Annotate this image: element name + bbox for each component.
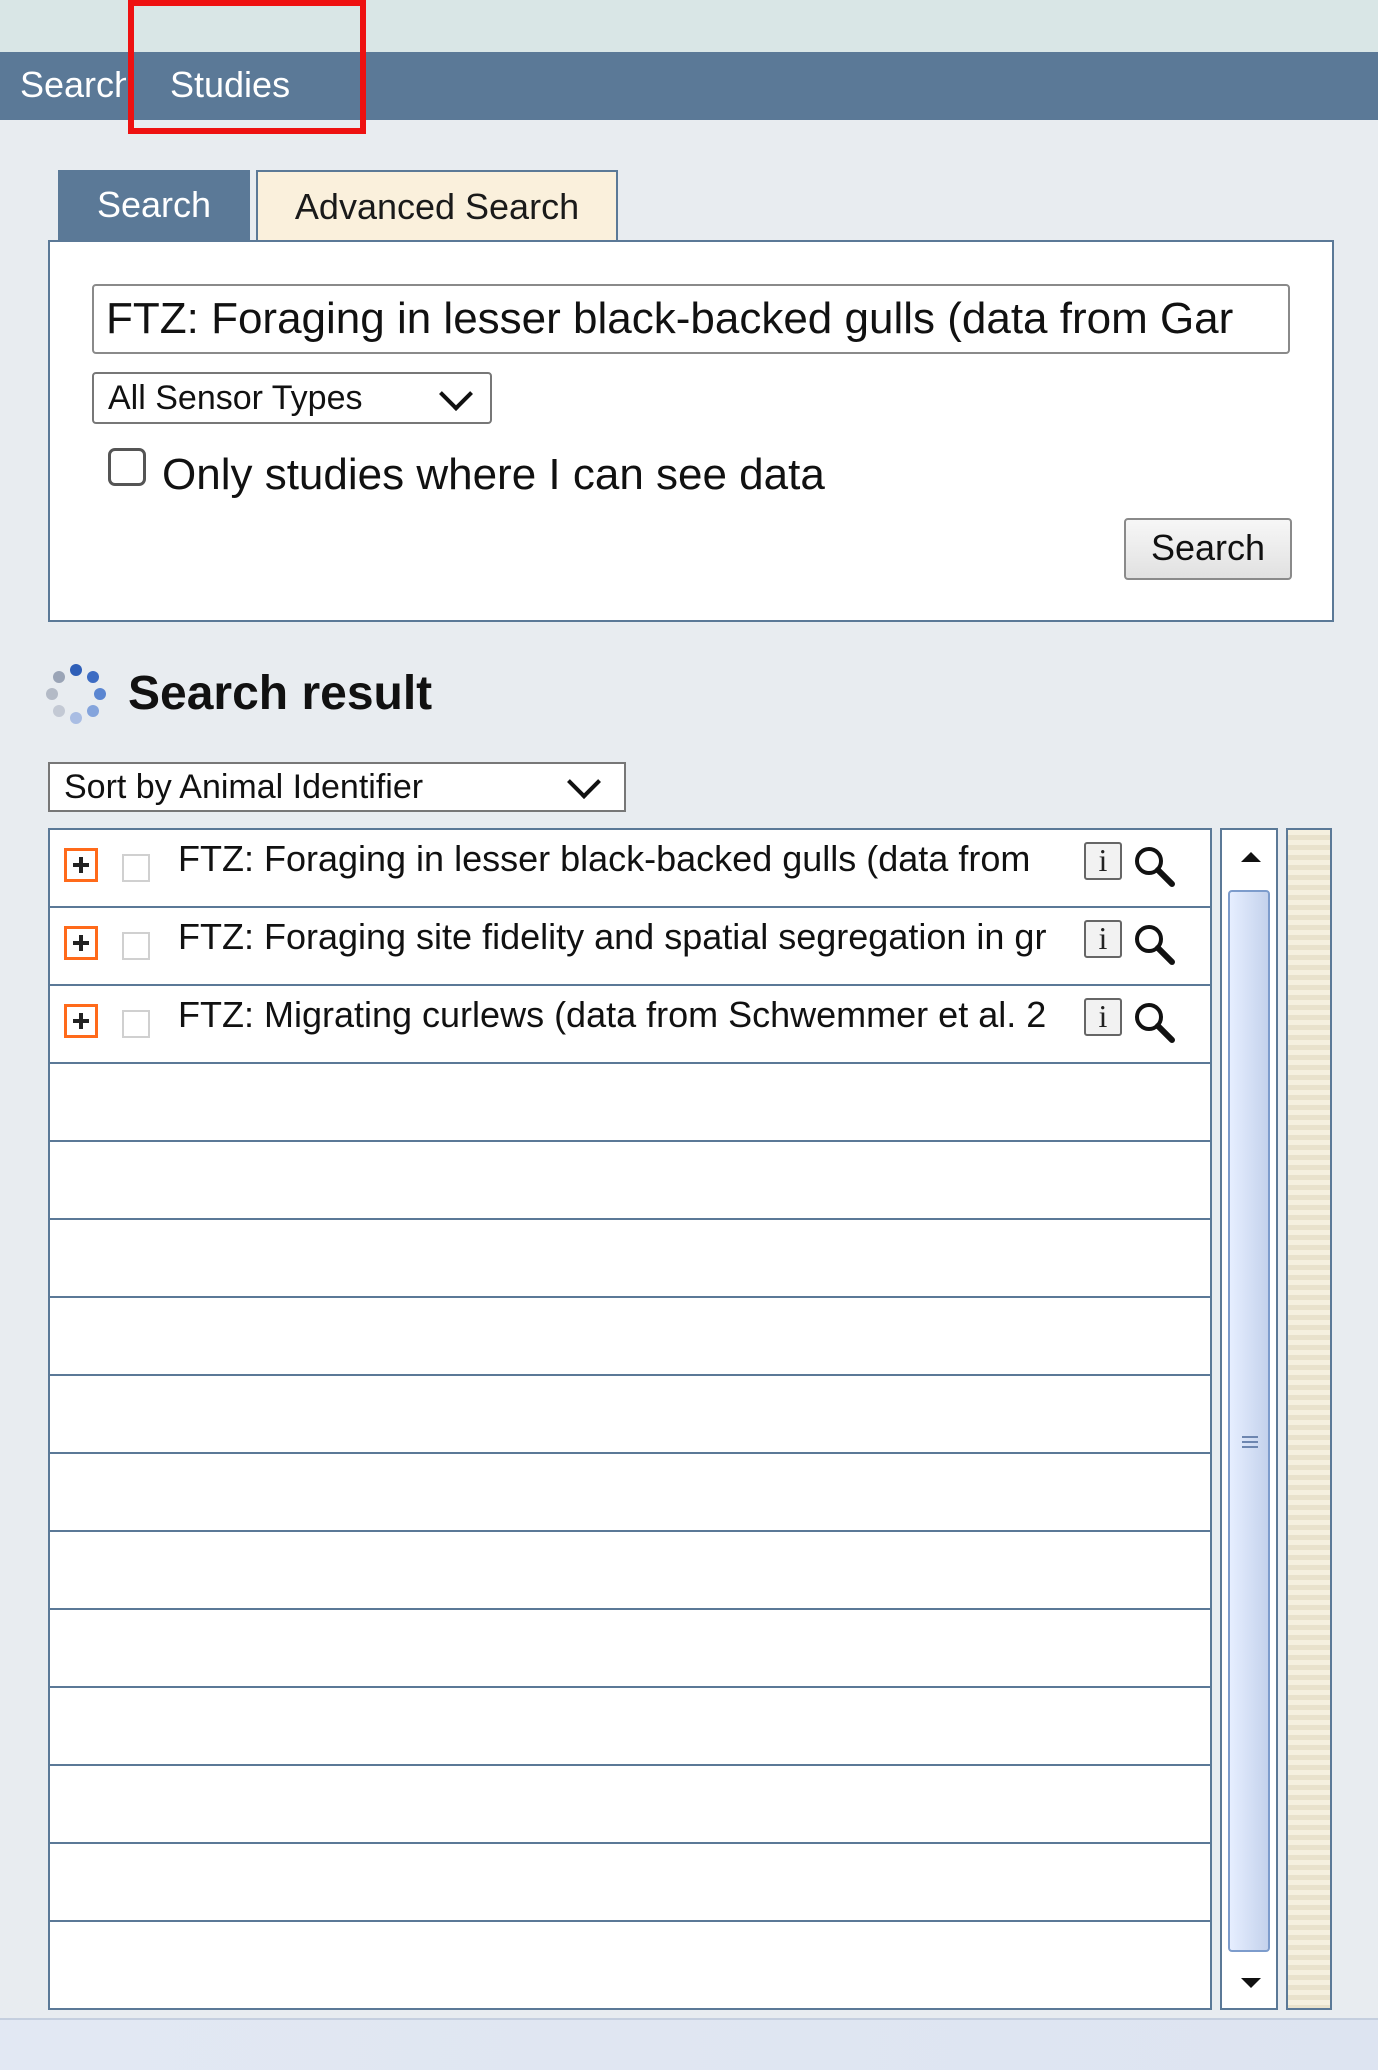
grip-line [1242, 1436, 1258, 1438]
empty-row [50, 1844, 1210, 1922]
sort-select[interactable]: Sort by Animal Identifier [48, 762, 626, 812]
study-title[interactable]: FTZ: Foraging site fidelity and spatial … [178, 914, 1114, 960]
scroll-thumb[interactable] [1228, 890, 1270, 1952]
info-icon[interactable]: i [1084, 998, 1122, 1036]
magnifier-icon[interactable] [1130, 920, 1178, 968]
scroll-up-arrow-icon[interactable] [1241, 852, 1261, 862]
study-search-input[interactable] [92, 284, 1290, 354]
empty-row [50, 1454, 1210, 1532]
grip-line [1242, 1446, 1258, 1448]
magnifier-icon[interactable] [1130, 998, 1178, 1046]
empty-row [50, 1064, 1210, 1142]
chevron-down-icon [439, 377, 473, 411]
empty-row [50, 1688, 1210, 1766]
empty-row [50, 1610, 1210, 1688]
empty-row [50, 1922, 1210, 2000]
empty-row [50, 1142, 1210, 1220]
empty-row [50, 1532, 1210, 1610]
expand-plus-icon[interactable] [64, 848, 98, 882]
row-checkbox[interactable] [122, 932, 150, 960]
sort-select-value: Sort by Animal Identifier [64, 768, 424, 806]
result-row[interactable]: FTZ: Foraging in lesser black-backed gul… [50, 830, 1210, 908]
search-result-heading: Search result [128, 667, 433, 720]
result-grid: FTZ: Foraging in lesser black-backed gul… [48, 828, 1212, 2010]
magnifier-icon[interactable] [1130, 842, 1178, 890]
study-title[interactable]: FTZ: Migrating curlews (data from Schwem… [178, 992, 1114, 1038]
only-visible-data-label: Only studies where I can see data [162, 450, 825, 499]
highlight-box [128, 0, 366, 134]
empty-row [50, 1766, 1210, 1844]
row-checkbox[interactable] [122, 1010, 150, 1038]
grip-line [1242, 1441, 1258, 1443]
sensor-type-select[interactable]: All Sensor Types [92, 372, 492, 424]
empty-row [50, 1376, 1210, 1454]
expand-plus-icon[interactable] [64, 1004, 98, 1038]
result-row[interactable]: FTZ: Migrating curlews (data from Schwem… [50, 986, 1210, 1064]
scroll-down-arrow-icon[interactable] [1241, 1978, 1261, 1988]
tab-advanced-search[interactable]: Advanced Search [256, 170, 618, 242]
info-icon[interactable]: i [1084, 842, 1122, 880]
study-title[interactable]: FTZ: Foraging in lesser black-backed gul… [178, 836, 1114, 882]
result-row[interactable]: FTZ: Foraging site fidelity and spatial … [50, 908, 1210, 986]
side-panel-strip [1286, 828, 1332, 2010]
search-panel: All Sensor Types Only studies where I ca… [48, 240, 1334, 622]
expand-plus-icon[interactable] [64, 926, 98, 960]
chevron-down-icon [567, 765, 601, 799]
info-icon[interactable]: i [1084, 920, 1122, 958]
empty-row [50, 1298, 1210, 1376]
empty-row [50, 1220, 1210, 1298]
result-scrollbar[interactable] [1220, 828, 1278, 2010]
row-checkbox[interactable] [122, 854, 150, 882]
only-visible-data-checkbox[interactable] [108, 448, 146, 486]
bottom-strip [0, 2018, 1378, 2070]
search-submit-button[interactable]: Search [1124, 518, 1292, 580]
menu-item-search[interactable]: Search [20, 52, 126, 120]
sensor-type-value: All Sensor Types [108, 379, 363, 417]
tab-search[interactable]: Search [58, 170, 250, 242]
loading-spinner-icon [46, 664, 106, 724]
